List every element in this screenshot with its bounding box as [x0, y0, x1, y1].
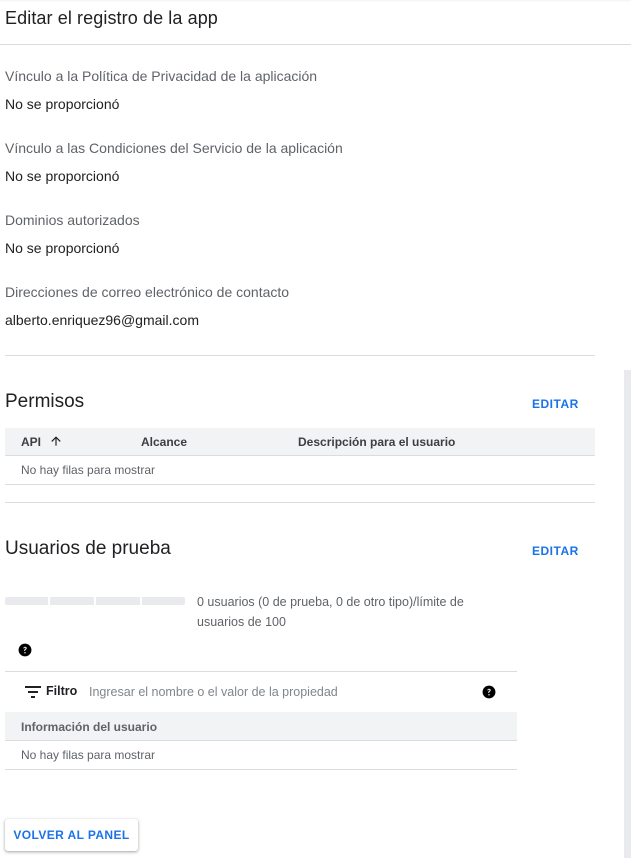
column-scope[interactable]: Alcance [141, 435, 187, 449]
privacy-policy-label: Vínculo a la Política de Privacidad de l… [5, 68, 318, 84]
terms-of-service-label: Vínculo a las Condiciones del Servicio d… [5, 140, 343, 156]
column-user-info[interactable]: Información del usuario [21, 720, 157, 734]
test-users-table-header: Información del usuario [5, 712, 517, 741]
table-row: No hay filas para mostrar [5, 741, 517, 770]
page-title: Editar el registro de la app [5, 8, 218, 28]
test-users-table: Información del usuario No hay filas par… [5, 712, 517, 770]
permissions-edit-button[interactable]: EDITAR [532, 397, 579, 411]
user-limit-text: 0 usuarios (0 de prueba, 0 de otro tipo)… [197, 595, 464, 629]
column-api[interactable]: API [21, 435, 41, 449]
section-divider [5, 355, 595, 356]
section-divider [5, 502, 595, 503]
test-users-edit-button[interactable]: EDITAR [532, 544, 579, 558]
progress-segment-gap [94, 597, 96, 605]
test-users-filter-bar: Filtro [5, 671, 517, 712]
terms-of-service-value: No se proporcionó [5, 168, 120, 184]
arrow-up-icon[interactable] [49, 434, 63, 448]
filter-label[interactable]: Filtro [46, 684, 77, 698]
app-registration-page: Editar el registro de la app Vínculo a l… [0, 0, 631, 858]
permissions-title: Permisos [5, 391, 85, 412]
test-users-title: Usuarios de prueba [5, 538, 171, 559]
progress-segment-gap [140, 597, 142, 605]
top-bar: Editar el registro de la app [0, 0, 631, 45]
column-description[interactable]: Descripción para el usuario [298, 435, 455, 449]
top-shadow [0, 0, 631, 2]
table-row: No hay filas para mostrar [5, 456, 595, 485]
filter-icon[interactable] [25, 686, 41, 698]
help-icon[interactable] [482, 685, 496, 699]
permissions-table: API Alcance Descripción para el usuario … [5, 428, 595, 485]
privacy-policy-value: No se proporcionó [5, 96, 120, 112]
authorized-domains-value: No se proporcionó [5, 240, 120, 256]
authorized-domains-label: Dominios autorizados [5, 212, 140, 228]
empty-rows-text: No hay filas para mostrar [21, 748, 156, 762]
user-limit-progress [5, 597, 185, 605]
help-icon[interactable] [18, 643, 32, 657]
scrollbar[interactable] [624, 370, 631, 858]
permissions-table-header: API Alcance Descripción para el usuario [5, 428, 595, 456]
progress-segment-gap [48, 597, 50, 605]
filter-input[interactable] [89, 680, 469, 704]
contact-email-value: alberto.enriquez96@gmail.com [5, 312, 199, 328]
contact-email-label: Direcciones de correo electrónico de con… [5, 284, 290, 300]
back-to-dashboard-button[interactable]: VOLVER AL PANEL [5, 819, 138, 851]
empty-rows-text: No hay filas para mostrar [21, 463, 156, 477]
